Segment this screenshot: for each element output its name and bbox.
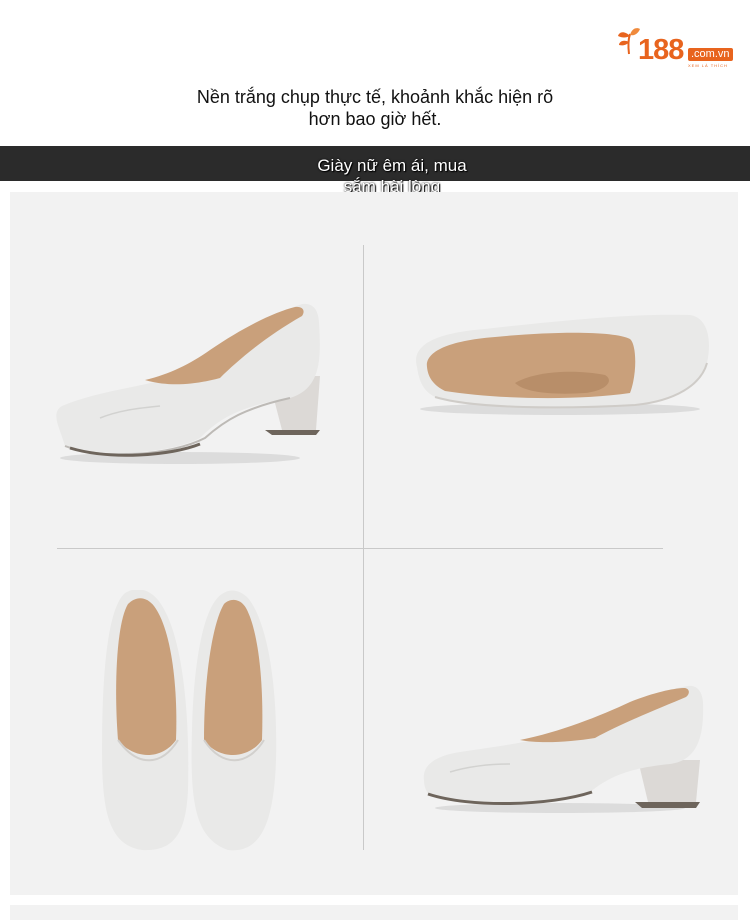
shoe-photo-top-pair[interactable] <box>98 590 283 855</box>
logo-tagline: XEM LÀ THÍCH <box>688 63 728 68</box>
banner-title: Giày nữ êm ái, mua sắm hài lòng <box>296 155 488 197</box>
banner-line-1: Giày nữ êm ái, mua <box>317 156 467 175</box>
shoe-photo-top-angle[interactable] <box>405 305 720 420</box>
shoe-side-photo-icon <box>423 685 704 813</box>
shoe-side-photo-icon <box>56 303 320 464</box>
brand-logo[interactable]: 188 .com.vn XEM LÀ THÍCH <box>616 24 736 72</box>
shoe-photo-side-left[interactable] <box>40 298 330 473</box>
product-caption: Nền trắng chụp thực tế, khoảnh khắc hiện… <box>0 86 750 130</box>
caption-line-2: hơn bao giờ hết. <box>308 109 442 129</box>
grid-divider-horizontal <box>57 548 663 549</box>
next-panel-edge <box>10 905 738 920</box>
shoe-pair-top-photo-icon <box>102 590 277 851</box>
shoe-photo-side-right[interactable] <box>420 680 710 820</box>
caption-line-1: Nền trắng chụp thực tế, khoảnh khắc hiện… <box>196 87 554 107</box>
shoe-top-angle-photo-icon <box>416 314 710 415</box>
logo-number: 188 <box>638 34 684 66</box>
logo-domain: .com.vn <box>688 48 733 61</box>
